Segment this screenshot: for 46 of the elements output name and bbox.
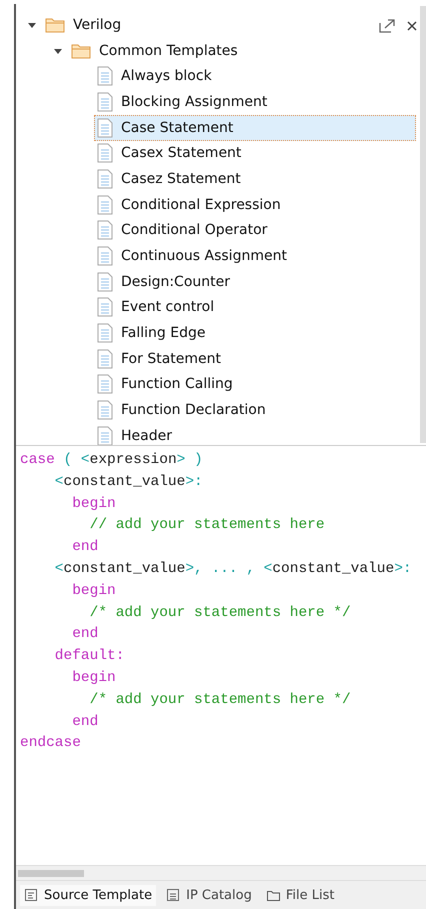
document-icon	[97, 400, 113, 420]
tree-item[interactable]: Continuous Assignment	[94, 243, 294, 270]
tree-item[interactable]: Function Calling	[94, 371, 240, 398]
tree-item[interactable]: Case Statement	[94, 114, 416, 141]
tree-folder[interactable]: Common Templates	[68, 38, 245, 64]
document-icon	[97, 143, 113, 164]
tree-item[interactable]: Casex Statement	[94, 140, 248, 166]
folder-icon	[45, 16, 65, 33]
document-icon	[97, 118, 113, 138]
document-icon	[97, 246, 113, 266]
maximize-icon[interactable]	[378, 18, 396, 34]
document-icon	[97, 348, 113, 369]
close-icon[interactable]	[406, 20, 418, 32]
tree-item[interactable]: Function Declaration	[94, 397, 273, 424]
tree-item[interactable]: Blocking Assignment	[94, 88, 274, 115]
tree-item[interactable]: Casez Statement	[94, 166, 248, 192]
document-icon	[97, 297, 113, 318]
folder-icon	[266, 888, 280, 902]
tree-item[interactable]: Header	[94, 422, 179, 445]
list-icon	[166, 888, 180, 902]
tab[interactable]: File List	[262, 884, 338, 906]
tree-item[interactable]: Falling Edge	[94, 320, 212, 346]
document-icon	[97, 92, 113, 112]
code-editor[interactable]: case ( <expression> ) <constant_value>: begin // add your statements here end <constant_value>, ... , <constant_value>: begin /* add your statements here */ end default: begin /* add your statements here */ end endcase	[16, 446, 426, 865]
document-icon	[97, 374, 113, 394]
scrollbar-thumb[interactable]	[18, 870, 84, 876]
document-icon	[97, 168, 113, 189]
document-icon	[97, 194, 113, 215]
document-icon	[97, 323, 113, 344]
tree-item[interactable]: Conditional Expression	[94, 192, 288, 218]
tree-folder[interactable]: Verilog	[42, 12, 128, 38]
tree-item[interactable]: Design:Counter	[94, 268, 237, 295]
tab[interactable]: IP Catalog	[162, 884, 256, 906]
document-icon	[97, 426, 113, 445]
tree-item[interactable]: Conditional Operator	[94, 217, 274, 244]
tree-item[interactable]: Always block	[94, 63, 219, 90]
horizontal-scrollbar[interactable]	[16, 865, 426, 880]
document-icon	[97, 66, 113, 86]
document-icon	[24, 888, 38, 902]
vertical-scrollbar[interactable]	[420, 6, 426, 443]
document-icon	[97, 220, 113, 240]
tree-item[interactable]: For Statement	[94, 346, 228, 372]
tab[interactable]: Source Template	[20, 884, 156, 906]
document-icon	[97, 272, 113, 292]
folder-icon	[71, 42, 91, 59]
tree-item[interactable]: Event control	[94, 294, 222, 320]
